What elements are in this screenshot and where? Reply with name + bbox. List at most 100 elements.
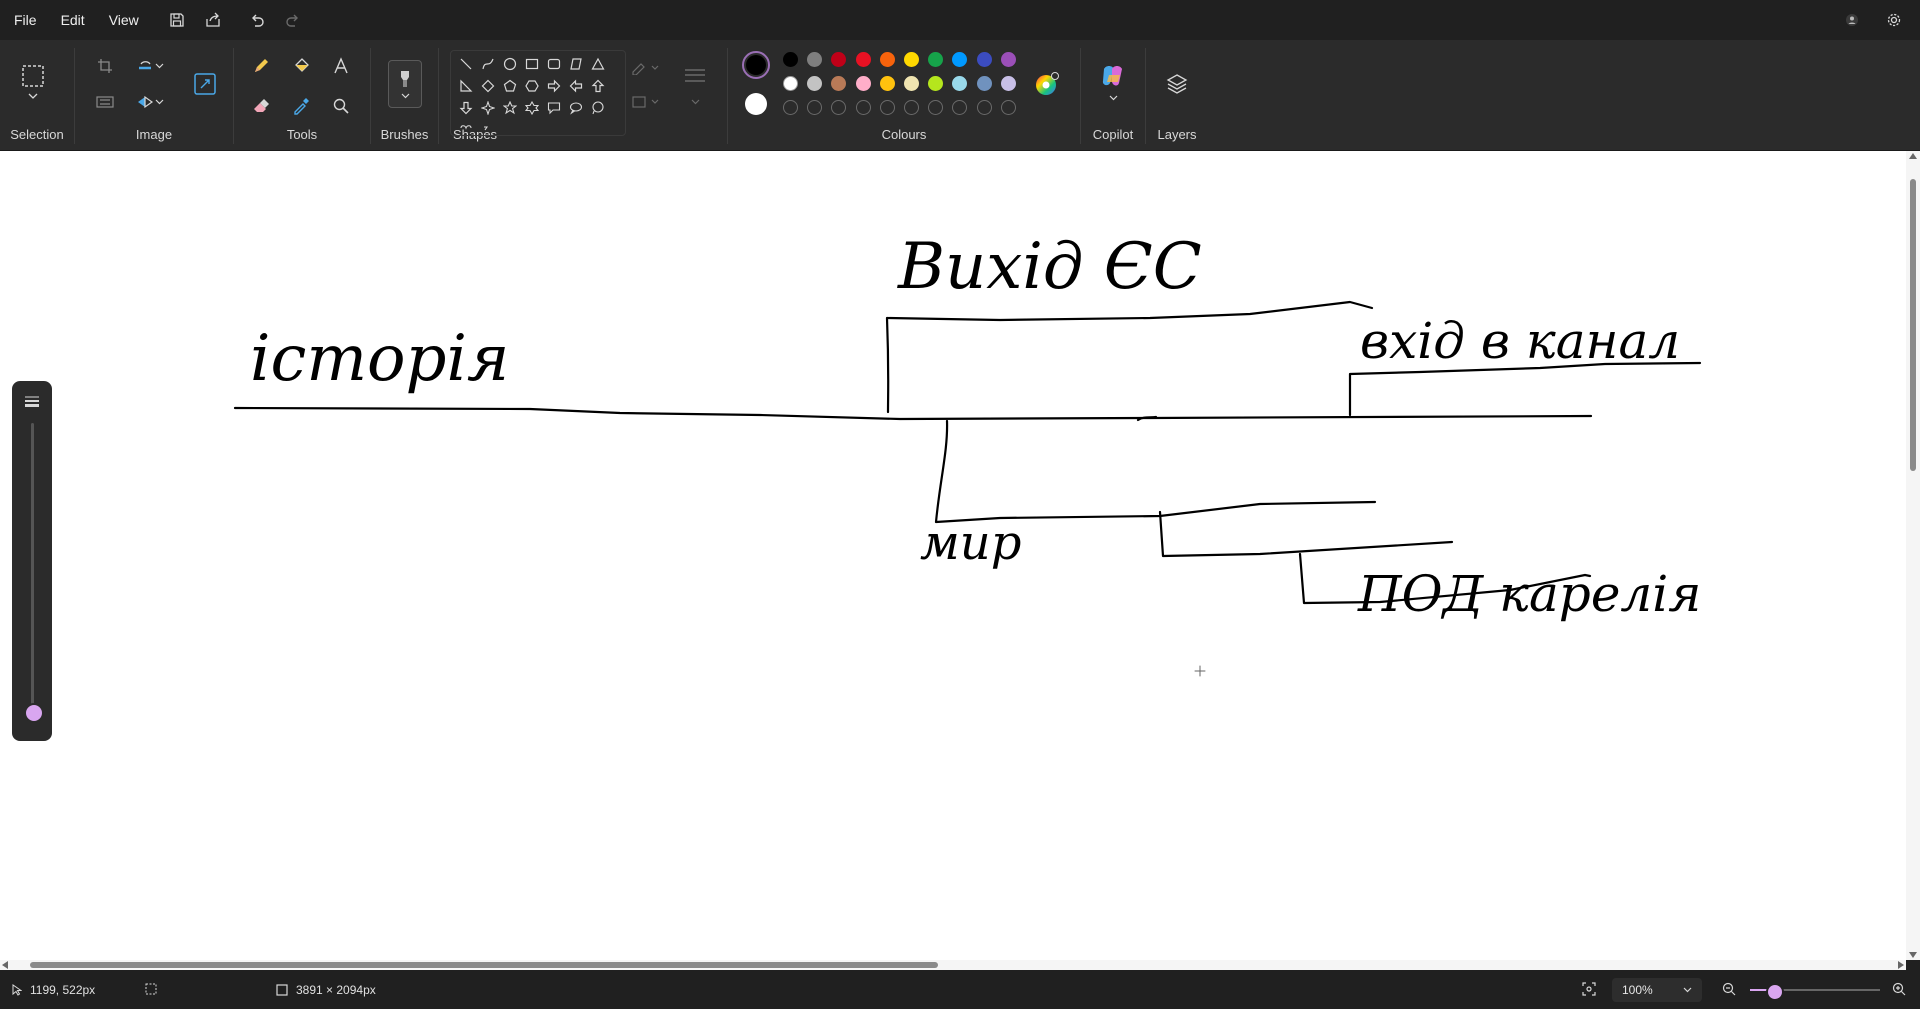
layers-icon[interactable] bbox=[1163, 70, 1191, 98]
line-shape-icon[interactable] bbox=[455, 53, 477, 75]
colour-swatch[interactable] bbox=[952, 52, 968, 67]
redo-icon[interactable] bbox=[275, 4, 311, 36]
exit-eu-branch bbox=[885, 300, 1374, 414]
colour-swatch[interactable] bbox=[783, 52, 798, 67]
scroll-down-arrow[interactable] bbox=[1909, 952, 1917, 958]
zoom-out-icon[interactable] bbox=[1722, 982, 1736, 999]
horizontal-scrollbar[interactable] bbox=[0, 960, 1906, 970]
primary-colour-swatch[interactable] bbox=[742, 51, 770, 79]
colour-swatch[interactable] bbox=[928, 76, 944, 91]
colour-swatch[interactable] bbox=[928, 52, 944, 67]
drawing-canvas[interactable]: історія Вихід ЄС вхід в канал мир ПОД ка… bbox=[0, 151, 1906, 960]
colour-swatch[interactable] bbox=[855, 52, 871, 67]
five-point-star-shape-icon[interactable] bbox=[499, 97, 521, 119]
hexagon-shape-icon[interactable] bbox=[521, 75, 543, 97]
right-triangle-shape-icon[interactable] bbox=[455, 75, 477, 97]
up-arrow-shape-icon[interactable] bbox=[587, 75, 609, 97]
rectangle-select-icon[interactable] bbox=[19, 62, 47, 90]
colour-swatch[interactable] bbox=[976, 52, 992, 67]
colour-swatch[interactable] bbox=[1000, 76, 1016, 91]
heart-shape-icon[interactable] bbox=[455, 119, 477, 135]
scroll-up-arrow[interactable] bbox=[1909, 153, 1917, 159]
custom-colour-slot[interactable] bbox=[904, 100, 919, 115]
colour-swatch[interactable] bbox=[831, 52, 847, 67]
secondary-colour-swatch[interactable] bbox=[745, 93, 767, 115]
colour-swatch[interactable] bbox=[807, 76, 823, 91]
save-icon[interactable] bbox=[159, 4, 195, 36]
magnifier-icon[interactable] bbox=[327, 92, 355, 120]
custom-colour-slot[interactable] bbox=[783, 100, 798, 115]
colour-swatch[interactable] bbox=[783, 76, 798, 91]
colour-swatch[interactable] bbox=[879, 76, 895, 91]
callout-oval-shape-icon[interactable] bbox=[565, 97, 587, 119]
callout-rectangle-shape-icon[interactable] bbox=[543, 97, 565, 119]
custom-colour-slot[interactable] bbox=[1000, 100, 1016, 115]
six-point-star-shape-icon[interactable] bbox=[521, 97, 543, 119]
zoom-level-dropdown[interactable]: 100% bbox=[1612, 978, 1702, 1002]
vertical-scrollbar[interactable] bbox=[1906, 151, 1920, 960]
vertical-scroll-thumb[interactable] bbox=[1910, 179, 1916, 471]
oval-shape-icon[interactable] bbox=[499, 53, 521, 75]
triangle-shape-icon[interactable] bbox=[587, 53, 609, 75]
undo-icon[interactable] bbox=[239, 4, 275, 36]
fit-to-window-icon[interactable] bbox=[1582, 982, 1596, 999]
colour-picker-icon[interactable] bbox=[287, 92, 315, 120]
menu-file[interactable]: File bbox=[0, 12, 49, 28]
right-arrow-shape-icon[interactable] bbox=[543, 75, 565, 97]
brush-selector-button[interactable] bbox=[388, 60, 422, 108]
menu-view[interactable]: View bbox=[97, 12, 151, 28]
share-icon[interactable] bbox=[195, 4, 231, 36]
colour-swatch[interactable] bbox=[807, 52, 823, 67]
diamond-shape-icon[interactable] bbox=[477, 75, 499, 97]
crop-icon[interactable] bbox=[91, 52, 119, 80]
colour-swatch[interactable] bbox=[904, 52, 919, 67]
brush-size-slider-knob[interactable] bbox=[24, 703, 44, 723]
text-tool-icon[interactable] bbox=[327, 52, 355, 80]
colour-swatch[interactable] bbox=[904, 76, 919, 91]
resize-icon[interactable] bbox=[91, 88, 119, 116]
pentagon-shape-icon[interactable] bbox=[499, 75, 521, 97]
four-point-star-shape-icon[interactable] bbox=[477, 97, 499, 119]
custom-colour-slot[interactable] bbox=[879, 100, 895, 115]
curve-shape-icon[interactable] bbox=[477, 53, 499, 75]
fill-style-icon[interactable] bbox=[628, 88, 664, 116]
account-icon[interactable] bbox=[1834, 4, 1870, 36]
scroll-right-arrow[interactable] bbox=[1898, 961, 1904, 969]
rounded-rectangle-shape-icon[interactable] bbox=[543, 53, 565, 75]
zoom-in-icon[interactable] bbox=[1892, 982, 1906, 999]
brush-size-track[interactable] bbox=[31, 423, 34, 719]
colour-swatch[interactable] bbox=[1000, 52, 1016, 67]
settings-icon[interactable] bbox=[1876, 4, 1912, 36]
chevron-down-icon[interactable] bbox=[1099, 90, 1127, 106]
custom-colour-slot[interactable] bbox=[855, 100, 871, 115]
rotate-dropdown-icon[interactable] bbox=[151, 52, 167, 80]
flip-dropdown-icon[interactable] bbox=[151, 88, 167, 116]
copilot-icon[interactable] bbox=[1099, 62, 1127, 90]
pencil-icon[interactable] bbox=[247, 52, 275, 80]
colour-swatch[interactable] bbox=[831, 76, 847, 91]
chevron-down-icon[interactable] bbox=[19, 88, 47, 104]
polygon-shape-icon[interactable] bbox=[565, 53, 587, 75]
fill-bucket-icon[interactable] bbox=[287, 52, 315, 80]
scroll-left-arrow[interactable] bbox=[2, 961, 8, 969]
horizontal-scroll-thumb[interactable] bbox=[30, 962, 938, 968]
down-arrow-shape-icon[interactable] bbox=[455, 97, 477, 119]
callout-cloud-shape-icon[interactable] bbox=[587, 97, 609, 119]
eraser-icon[interactable] bbox=[247, 92, 275, 120]
left-arrow-shape-icon[interactable] bbox=[565, 75, 587, 97]
colour-swatch[interactable] bbox=[976, 76, 992, 91]
line-size-dropdown-icon[interactable] bbox=[680, 88, 710, 116]
outline-style-icon[interactable] bbox=[628, 54, 664, 82]
edit-colours-icon[interactable] bbox=[1033, 70, 1061, 98]
colour-swatch[interactable] bbox=[855, 76, 871, 91]
zoom-slider-knob[interactable] bbox=[1766, 983, 1784, 1001]
colour-swatch[interactable] bbox=[879, 52, 895, 67]
custom-colour-slot[interactable] bbox=[976, 100, 992, 115]
colour-swatch[interactable] bbox=[952, 76, 968, 91]
menu-edit[interactable]: Edit bbox=[49, 12, 97, 28]
group-layers: Layers bbox=[1146, 40, 1208, 150]
rectangle-shape-icon[interactable] bbox=[521, 53, 543, 75]
image-resize-icon[interactable] bbox=[191, 70, 219, 98]
lightning-shape-icon[interactable] bbox=[477, 119, 499, 135]
line-size-icon[interactable] bbox=[680, 62, 710, 90]
